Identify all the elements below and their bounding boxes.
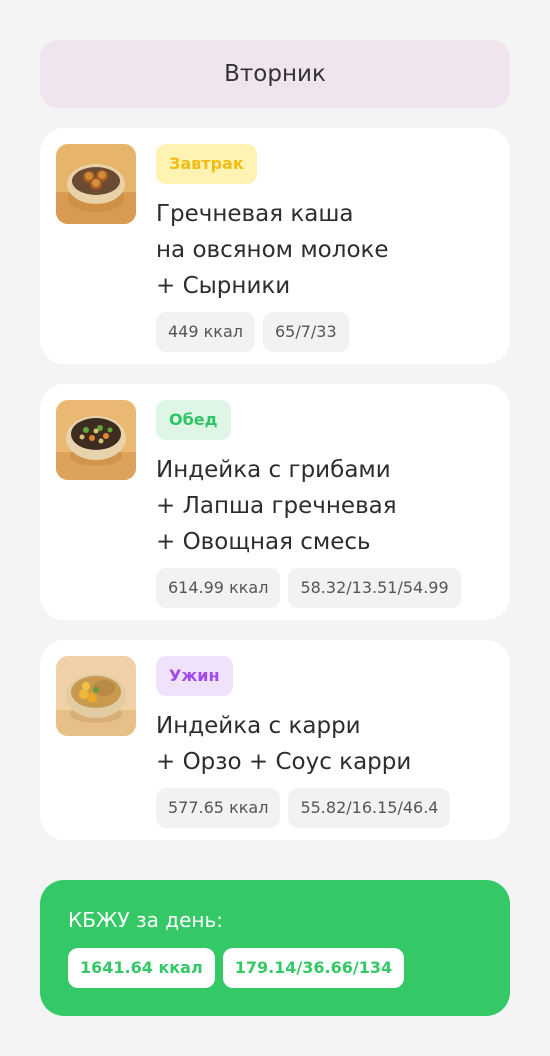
day-title: Вторник	[224, 61, 326, 87]
dish-name: Гречневая каша на овсяном молоке + Сырни…	[156, 196, 498, 304]
dish-line: + Лапша гречневая	[156, 493, 397, 519]
meal-card-dinner[interactable]: Ужин Индейка с карри + Орзо + Соус карри…	[40, 640, 510, 840]
calories-chip: 577.65 ккал	[156, 788, 281, 828]
macros-chip: 55.82/16.15/46.4	[288, 788, 451, 828]
meal-type-badge: Обед	[156, 400, 231, 440]
calories-chip: 614.99 ккал	[156, 568, 281, 608]
dish-line: + Сырники	[156, 273, 291, 299]
dish-line: Гречневая каша	[156, 201, 354, 227]
dish-line: Индейка с карри	[156, 713, 361, 739]
macros-chip: 58.32/13.51/54.99	[288, 568, 461, 608]
meal-type-badge: Ужин	[156, 656, 233, 696]
calories-chip: 449 ккал	[156, 312, 255, 352]
meal-image-lunch	[56, 400, 136, 480]
day-header: Вторник	[40, 40, 510, 108]
dish-name: Индейка с карри + Орзо + Соус карри	[156, 708, 498, 780]
daily-macros-chip: 179.14/36.66/134	[222, 948, 405, 988]
daily-calories-chip: 1641.64 ккал	[68, 948, 215, 988]
dish-line: + Орзо + Соус карри	[156, 749, 412, 775]
meal-card-lunch[interactable]: Обед Индейка с грибами + Лапша гречневая…	[40, 384, 510, 620]
dish-line: Индейка с грибами	[156, 457, 391, 483]
macros-chip: 65/7/33	[262, 312, 349, 352]
day-menu-panel: Вторник Завтрак Гречневая каша на овсяно…	[0, 0, 550, 1056]
dish-line: на овсяном молоке	[156, 237, 389, 263]
dish-line: + Овощная смесь	[156, 529, 371, 555]
daily-summary-title: КБЖУ за день:	[68, 908, 223, 932]
meal-image-dinner	[56, 656, 136, 736]
meal-image-breakfast	[56, 144, 136, 224]
meal-type-badge: Завтрак	[156, 144, 257, 184]
daily-summary-card: КБЖУ за день: 1641.64 ккал 179.14/36.66/…	[40, 880, 510, 1016]
dish-name: Индейка с грибами + Лапша гречневая + Ов…	[156, 452, 498, 560]
meal-card-breakfast[interactable]: Завтрак Гречневая каша на овсяном молоке…	[40, 128, 510, 364]
